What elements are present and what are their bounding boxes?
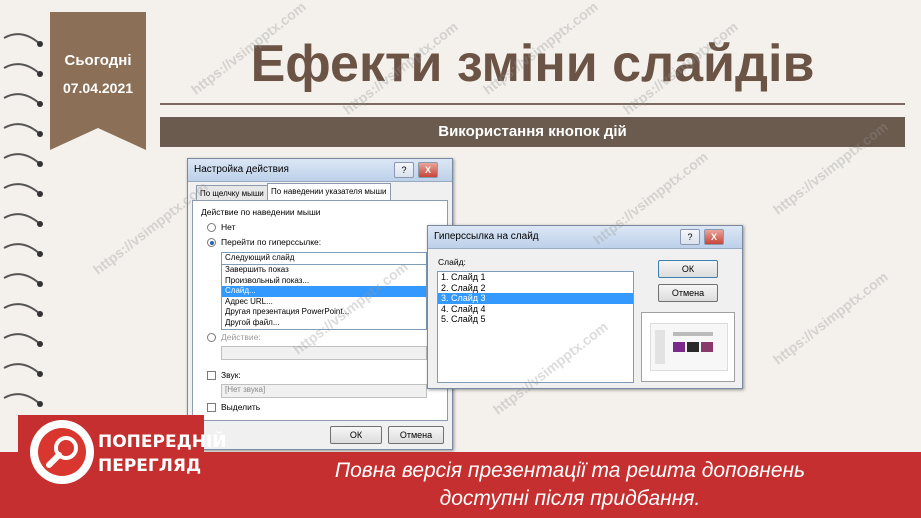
list-item[interactable]: 2. Слайд 2	[438, 283, 633, 294]
action-select[interactable]	[221, 346, 427, 360]
group-label: Действие по наведении мыши	[201, 207, 321, 217]
dialog-titlebar: Гиперссылка на слайд ? X	[428, 226, 742, 249]
sound-label: Звук:	[221, 370, 241, 380]
action-settings-panel: Действие по наведении мыши Нет Перейти п…	[192, 200, 448, 421]
highlight-label: Выделить	[221, 402, 261, 412]
ok-button[interactable]: ОК	[658, 260, 718, 278]
preview-banner-text: Повна версія презентації та решта доповн…	[240, 457, 900, 513]
banner-text-line1: Повна версія презентації та решта доповн…	[334, 459, 806, 482]
date-tag: Сьогодні 07.04.2021	[50, 12, 146, 150]
close-button[interactable]: X	[418, 162, 438, 178]
list-item[interactable]: 1. Слайд 1	[438, 272, 633, 283]
slide-preview	[641, 312, 735, 382]
cancel-button[interactable]: Отмена	[388, 426, 444, 444]
sound-select[interactable]: [Нет звука]	[221, 384, 427, 398]
dialog-title: Настройка действия	[194, 164, 289, 175]
preview-badge-line1: ПОПЕРЕДНІЙ	[98, 432, 227, 452]
close-button[interactable]: X	[704, 229, 724, 245]
cancel-button[interactable]: Отмена	[658, 284, 718, 302]
ok-button[interactable]: ОК	[330, 426, 382, 444]
radio-none[interactable]	[207, 223, 216, 232]
radio-none-label: Нет	[221, 222, 236, 232]
list-item[interactable]: Другая презентация PowerPoint...	[222, 307, 426, 318]
slide-subtitle: Використання кнопок дій	[160, 117, 905, 147]
list-item[interactable]: Слайд...	[222, 286, 426, 297]
dialog-title: Гиперссылка на слайд	[434, 231, 539, 242]
help-button[interactable]: ?	[394, 162, 414, 178]
radio-action[interactable]	[207, 333, 216, 342]
radio-hyperlink-label: Перейти по гиперссылке:	[221, 237, 322, 247]
radio-hyperlink[interactable]	[207, 238, 216, 247]
date-label: Сьогодні	[64, 52, 132, 69]
sound-checkbox[interactable]	[207, 371, 216, 380]
tab-on-hover[interactable]: По наведении указателя мыши	[267, 183, 391, 201]
search-icon	[46, 436, 78, 468]
preview-badge-line2: ПЕРЕГЛЯД	[98, 456, 202, 476]
list-item[interactable]: 4. Слайд 4	[438, 304, 633, 315]
highlight-checkbox[interactable]	[207, 403, 216, 412]
list-item[interactable]: Адрес URL...	[222, 297, 426, 308]
list-item[interactable]: 3. Слайд 3	[438, 293, 633, 304]
action-settings-dialog: Настройка действия ? X По щелчку мыши По…	[187, 158, 453, 450]
radio-action-label: Действие:	[221, 332, 261, 342]
slide-preview-thumbnail	[650, 323, 728, 371]
help-button[interactable]: ?	[680, 229, 700, 245]
date-value: 07.04.2021	[62, 80, 134, 96]
title-divider	[160, 103, 905, 105]
magnifier-icon	[30, 420, 94, 484]
banner-text-line2: доступні після придбання.	[439, 487, 701, 510]
dialog-titlebar: Настройка действия ? X	[188, 159, 452, 182]
sound-select-value: [Нет звука]	[225, 385, 266, 394]
watermark: https://vsimpptx.com	[769, 268, 891, 368]
slide-list-label: Слайд:	[438, 257, 466, 267]
hyperlink-to-slide-dialog: Гиперссылка на слайд ? X Слайд: 1. Слайд…	[427, 225, 743, 389]
